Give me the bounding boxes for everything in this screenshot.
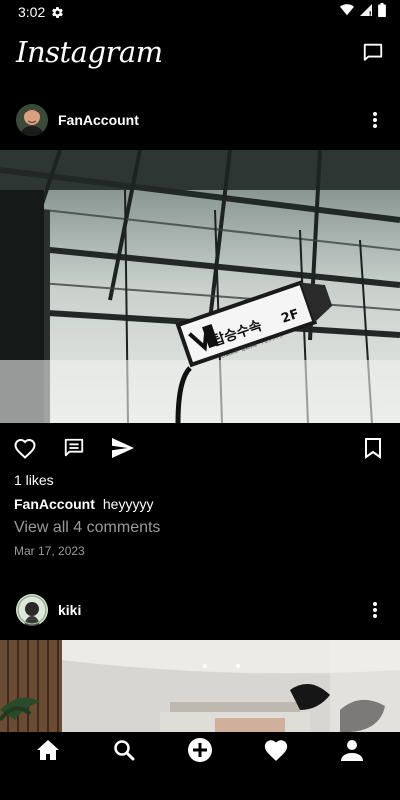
nav-home[interactable] [33, 735, 63, 765]
more-vertical-icon [373, 602, 377, 618]
post-image[interactable] [0, 640, 400, 732]
system-navigation-bar [0, 768, 400, 800]
comment-button[interactable] [61, 435, 87, 461]
view-comments-link[interactable]: View all 4 comments [14, 519, 160, 537]
post-header: kiki [0, 586, 400, 634]
likes-count[interactable]: 1 likes [14, 472, 54, 488]
home-icon [37, 740, 59, 760]
profile-icon [341, 740, 363, 761]
add-icon [188, 738, 212, 762]
battery-icon [378, 2, 386, 22]
caption-text: heyyyyy [102, 496, 154, 512]
message-icon [363, 43, 383, 61]
status-icons [340, 2, 386, 22]
post-more-button[interactable] [366, 598, 384, 622]
send-icon [112, 438, 134, 458]
avatar[interactable] [16, 594, 48, 626]
avatar[interactable] [16, 104, 48, 136]
direct-messages-button[interactable] [360, 39, 386, 65]
nav-profile[interactable] [337, 735, 367, 765]
post-date: Mar 17, 2023 [14, 544, 85, 558]
search-icon [114, 740, 135, 761]
status-time: 3:02 [18, 4, 46, 20]
comment-icon [64, 438, 84, 457]
heart-outline-icon [14, 438, 36, 459]
wifi-icon [340, 3, 354, 21]
bookmark-icon [365, 438, 381, 459]
nav-activity[interactable] [261, 735, 291, 765]
app-header: Instagram [0, 24, 400, 80]
settings-gear-icon [51, 6, 64, 19]
post-image[interactable]: 탑승수속 2F Check-in · 登机手续 · チェックイン [0, 150, 400, 423]
heart-icon [264, 740, 288, 761]
post-actions [0, 430, 400, 466]
post-username[interactable]: FanAccount [58, 112, 139, 128]
post-header: FanAccount [0, 96, 400, 144]
nav-add[interactable] [185, 735, 215, 765]
cell-signal-icon [360, 3, 372, 21]
more-vertical-icon [373, 112, 377, 128]
post-more-button[interactable] [366, 108, 384, 132]
nav-search[interactable] [109, 735, 139, 765]
save-button[interactable] [360, 435, 386, 461]
share-button[interactable] [110, 435, 136, 461]
post-username[interactable]: kiki [58, 602, 81, 618]
status-bar: 3:02 [0, 0, 400, 24]
like-button[interactable] [12, 435, 38, 461]
caption-username[interactable]: FanAccount [14, 496, 95, 512]
post-caption: FanAccount heyyyyy [14, 496, 153, 512]
bottom-navigation [0, 732, 400, 768]
instagram-logo: Instagram [16, 35, 163, 69]
